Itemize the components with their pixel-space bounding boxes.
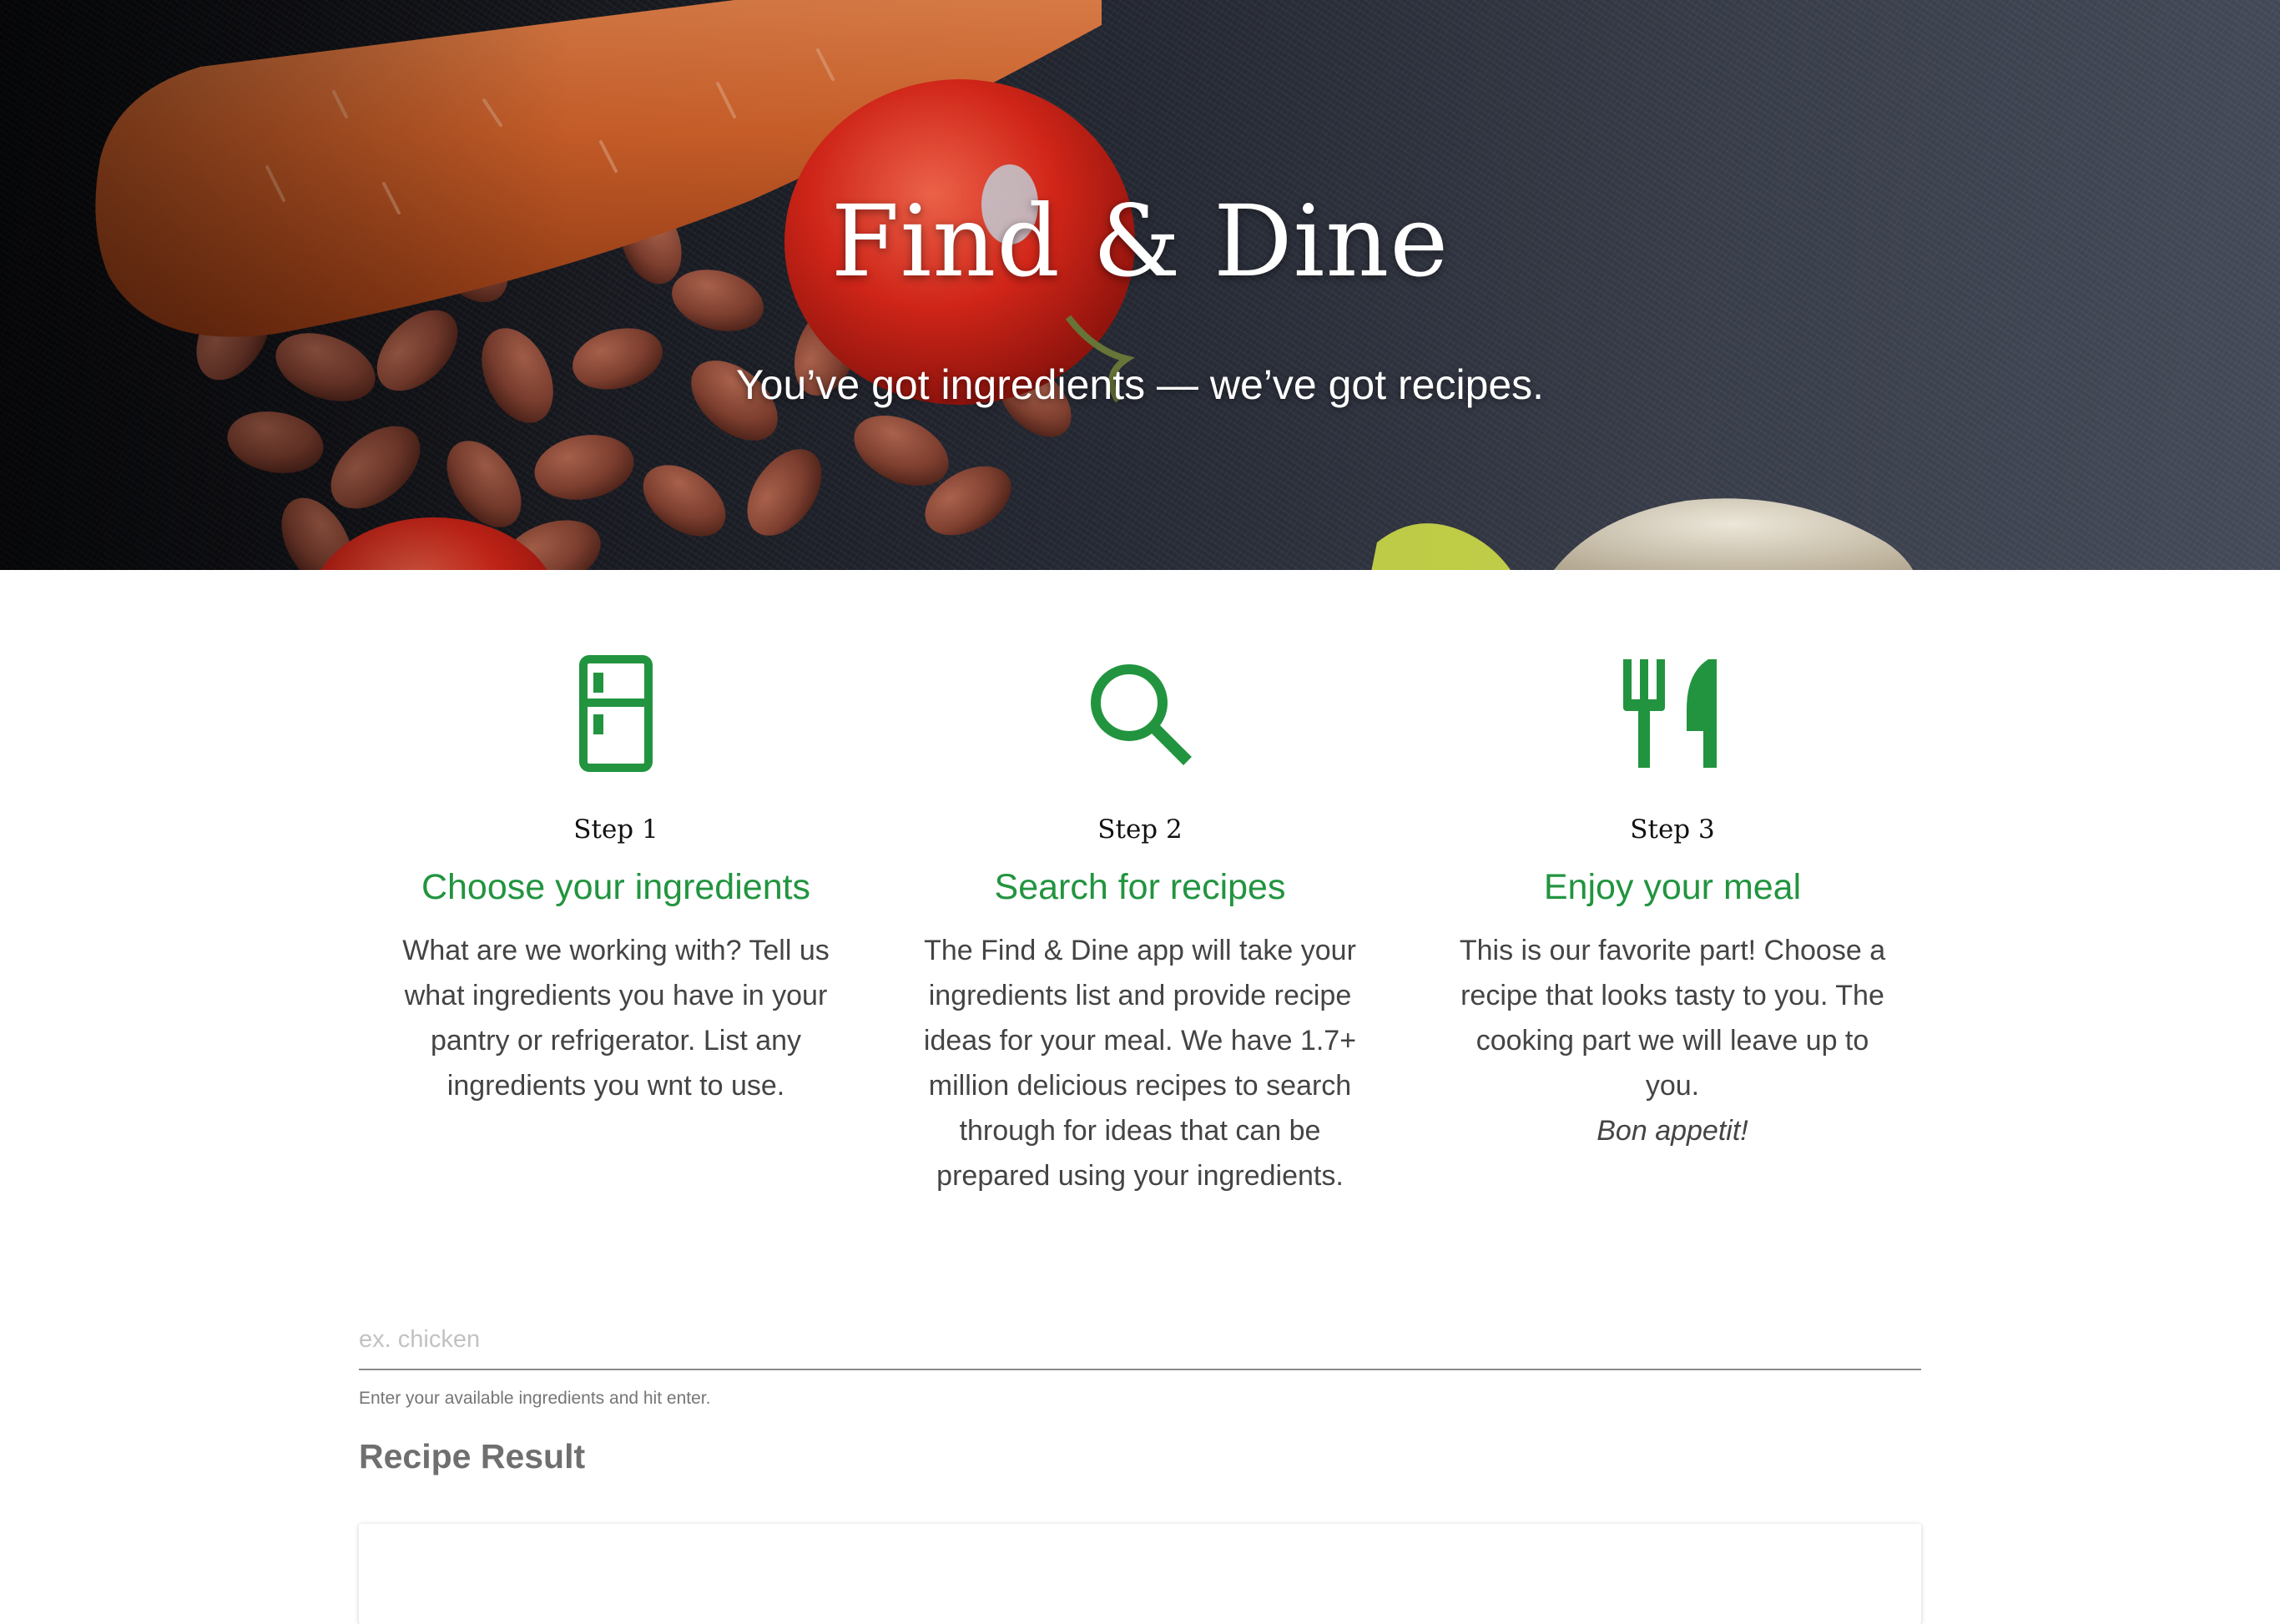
- step-description-text: This is our favorite part! Choose a reci…: [1459, 935, 1886, 1102]
- hero-banner: Find & Dine You’ve got ingredients — we’…: [0, 0, 2280, 570]
- fork-knife-icon: [1623, 659, 1717, 768]
- step-card-2: Step 2 Search for recipes The Find & Din…: [906, 651, 1374, 1198]
- step-description: The Find & Dine app will take your ingre…: [923, 935, 1357, 1192]
- recipe-results-heading: Recipe Result: [359, 1437, 586, 1475]
- ingredient-search: Enter your available ingredients and hit…: [359, 1310, 1921, 1409]
- ingredient-input-helper: Enter your available ingredients and hit…: [359, 1389, 711, 1408]
- bon-appetit-text: Bon appetit!: [1597, 1115, 1748, 1147]
- ingredient-input[interactable]: [359, 1310, 1921, 1370]
- step-number: Step 2: [1097, 815, 1183, 845]
- step-card-3: Step 3 Enjoy your meal This is our favor…: [1439, 651, 1906, 1153]
- steps-section: Step 1 Choose your ingredients What are …: [342, 651, 1938, 1235]
- step-heading: Choose your ingredients: [421, 867, 811, 907]
- refrigerator-icon: [579, 655, 653, 772]
- app-title: Find & Dine: [830, 184, 1450, 299]
- step-number: Step 1: [573, 815, 658, 845]
- step-heading: Search for recipes: [994, 867, 1286, 907]
- step-description: What are we working with? Tell us what i…: [402, 935, 830, 1102]
- hero-tagline: You’ve got ingredients — we’ve got recip…: [735, 361, 1545, 408]
- step-card-1: Step 1 Choose your ingredients What are …: [382, 651, 850, 1108]
- step-number: Step 3: [1630, 815, 1715, 845]
- step-heading: Enjoy your meal: [1543, 867, 1802, 907]
- search-icon: [1091, 664, 1192, 765]
- recipe-result-card: [359, 1524, 1921, 1624]
- step-description: This is our favorite part! Choose a reci…: [1455, 928, 1889, 1153]
